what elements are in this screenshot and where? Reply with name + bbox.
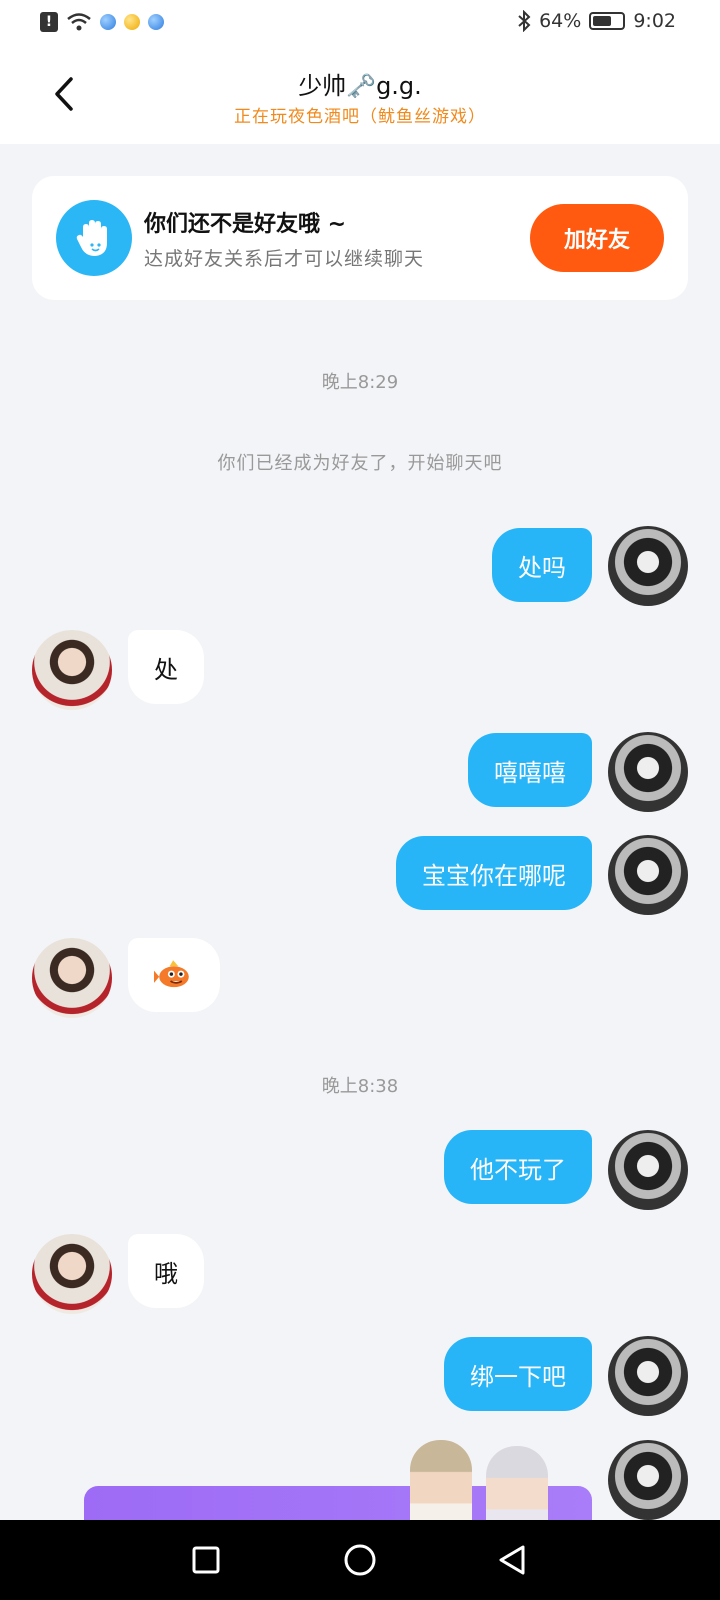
add-friend-button[interactable]: 加好友 [530, 204, 664, 272]
app-notification-icon [148, 14, 164, 30]
message-bubble-sent[interactable]: 绑一下吧 [444, 1337, 592, 1411]
message-bubble-received[interactable]: 处 [128, 630, 204, 704]
message-bubble-sent[interactable]: 宝宝你在哪呢 [396, 836, 592, 910]
message-bubble-received[interactable]: 哦 [128, 1234, 204, 1308]
fish-sticker-icon [154, 960, 189, 988]
my-avatar[interactable] [608, 1336, 688, 1416]
contact-status: 正在玩夜色酒吧（鱿鱼丝游戏） [234, 107, 486, 127]
status-bar: ! 64% 9:02 [0, 0, 720, 48]
clock: 9:02 [633, 10, 676, 32]
message-bubble-sent[interactable]: 嘻嘻嘻 [468, 733, 592, 807]
my-avatar[interactable] [608, 835, 688, 915]
my-avatar[interactable] [608, 1130, 688, 1210]
contact-avatar[interactable] [32, 630, 112, 710]
my-avatar[interactable] [608, 732, 688, 812]
app-notification-icon [100, 14, 116, 30]
my-avatar[interactable] [608, 526, 688, 606]
battery-icon [589, 12, 626, 30]
timestamp: 晚上8:38 [321, 1076, 399, 1097]
square-icon [192, 1546, 220, 1574]
friend-card-description: 达成好友关系后才可以继续聊天 [144, 248, 425, 270]
timestamp: 晚上8:29 [321, 372, 399, 393]
bluetooth-icon [518, 10, 531, 32]
app-notification-icon [124, 14, 140, 30]
sticker-bubble[interactable] [128, 938, 220, 1012]
system-nav-bar [0, 1520, 720, 1600]
contact-avatar[interactable] [32, 938, 112, 1018]
my-avatar[interactable] [608, 1440, 688, 1520]
contact-avatar[interactable] [32, 1234, 112, 1314]
message-bubble-sent[interactable]: 他不玩了 [444, 1130, 592, 1204]
triangle-back-icon [499, 1545, 525, 1575]
back-nav-button[interactable] [490, 1538, 534, 1582]
wave-hand-icon [56, 200, 132, 276]
alert-icon: ! [40, 12, 58, 32]
message-bubble-sent[interactable]: 处吗 [492, 528, 592, 602]
battery-percent: 64% [539, 10, 582, 32]
contact-name: 少帅🗝️g.g. [298, 72, 422, 100]
friend-card-title: 你们还不是好友哦 ~ [144, 212, 347, 237]
recent-apps-button[interactable] [184, 1538, 228, 1582]
status-right: 64% 9:02 [517, 10, 676, 32]
circle-icon [344, 1544, 376, 1576]
system-message: 你们已经成为好友了，开始聊天吧 [217, 453, 503, 474]
character-illustration [410, 1440, 472, 1530]
chat-header: 少帅🗝️g.g. 正在玩夜色酒吧（鱿鱼丝游戏） [0, 48, 720, 144]
home-button[interactable] [338, 1538, 382, 1582]
status-left-icons: ! [40, 12, 164, 32]
wifi-icon [67, 13, 91, 31]
friend-request-card: 你们还不是好友哦 ~ 达成好友关系后才可以继续聊天 加好友 [32, 176, 688, 300]
